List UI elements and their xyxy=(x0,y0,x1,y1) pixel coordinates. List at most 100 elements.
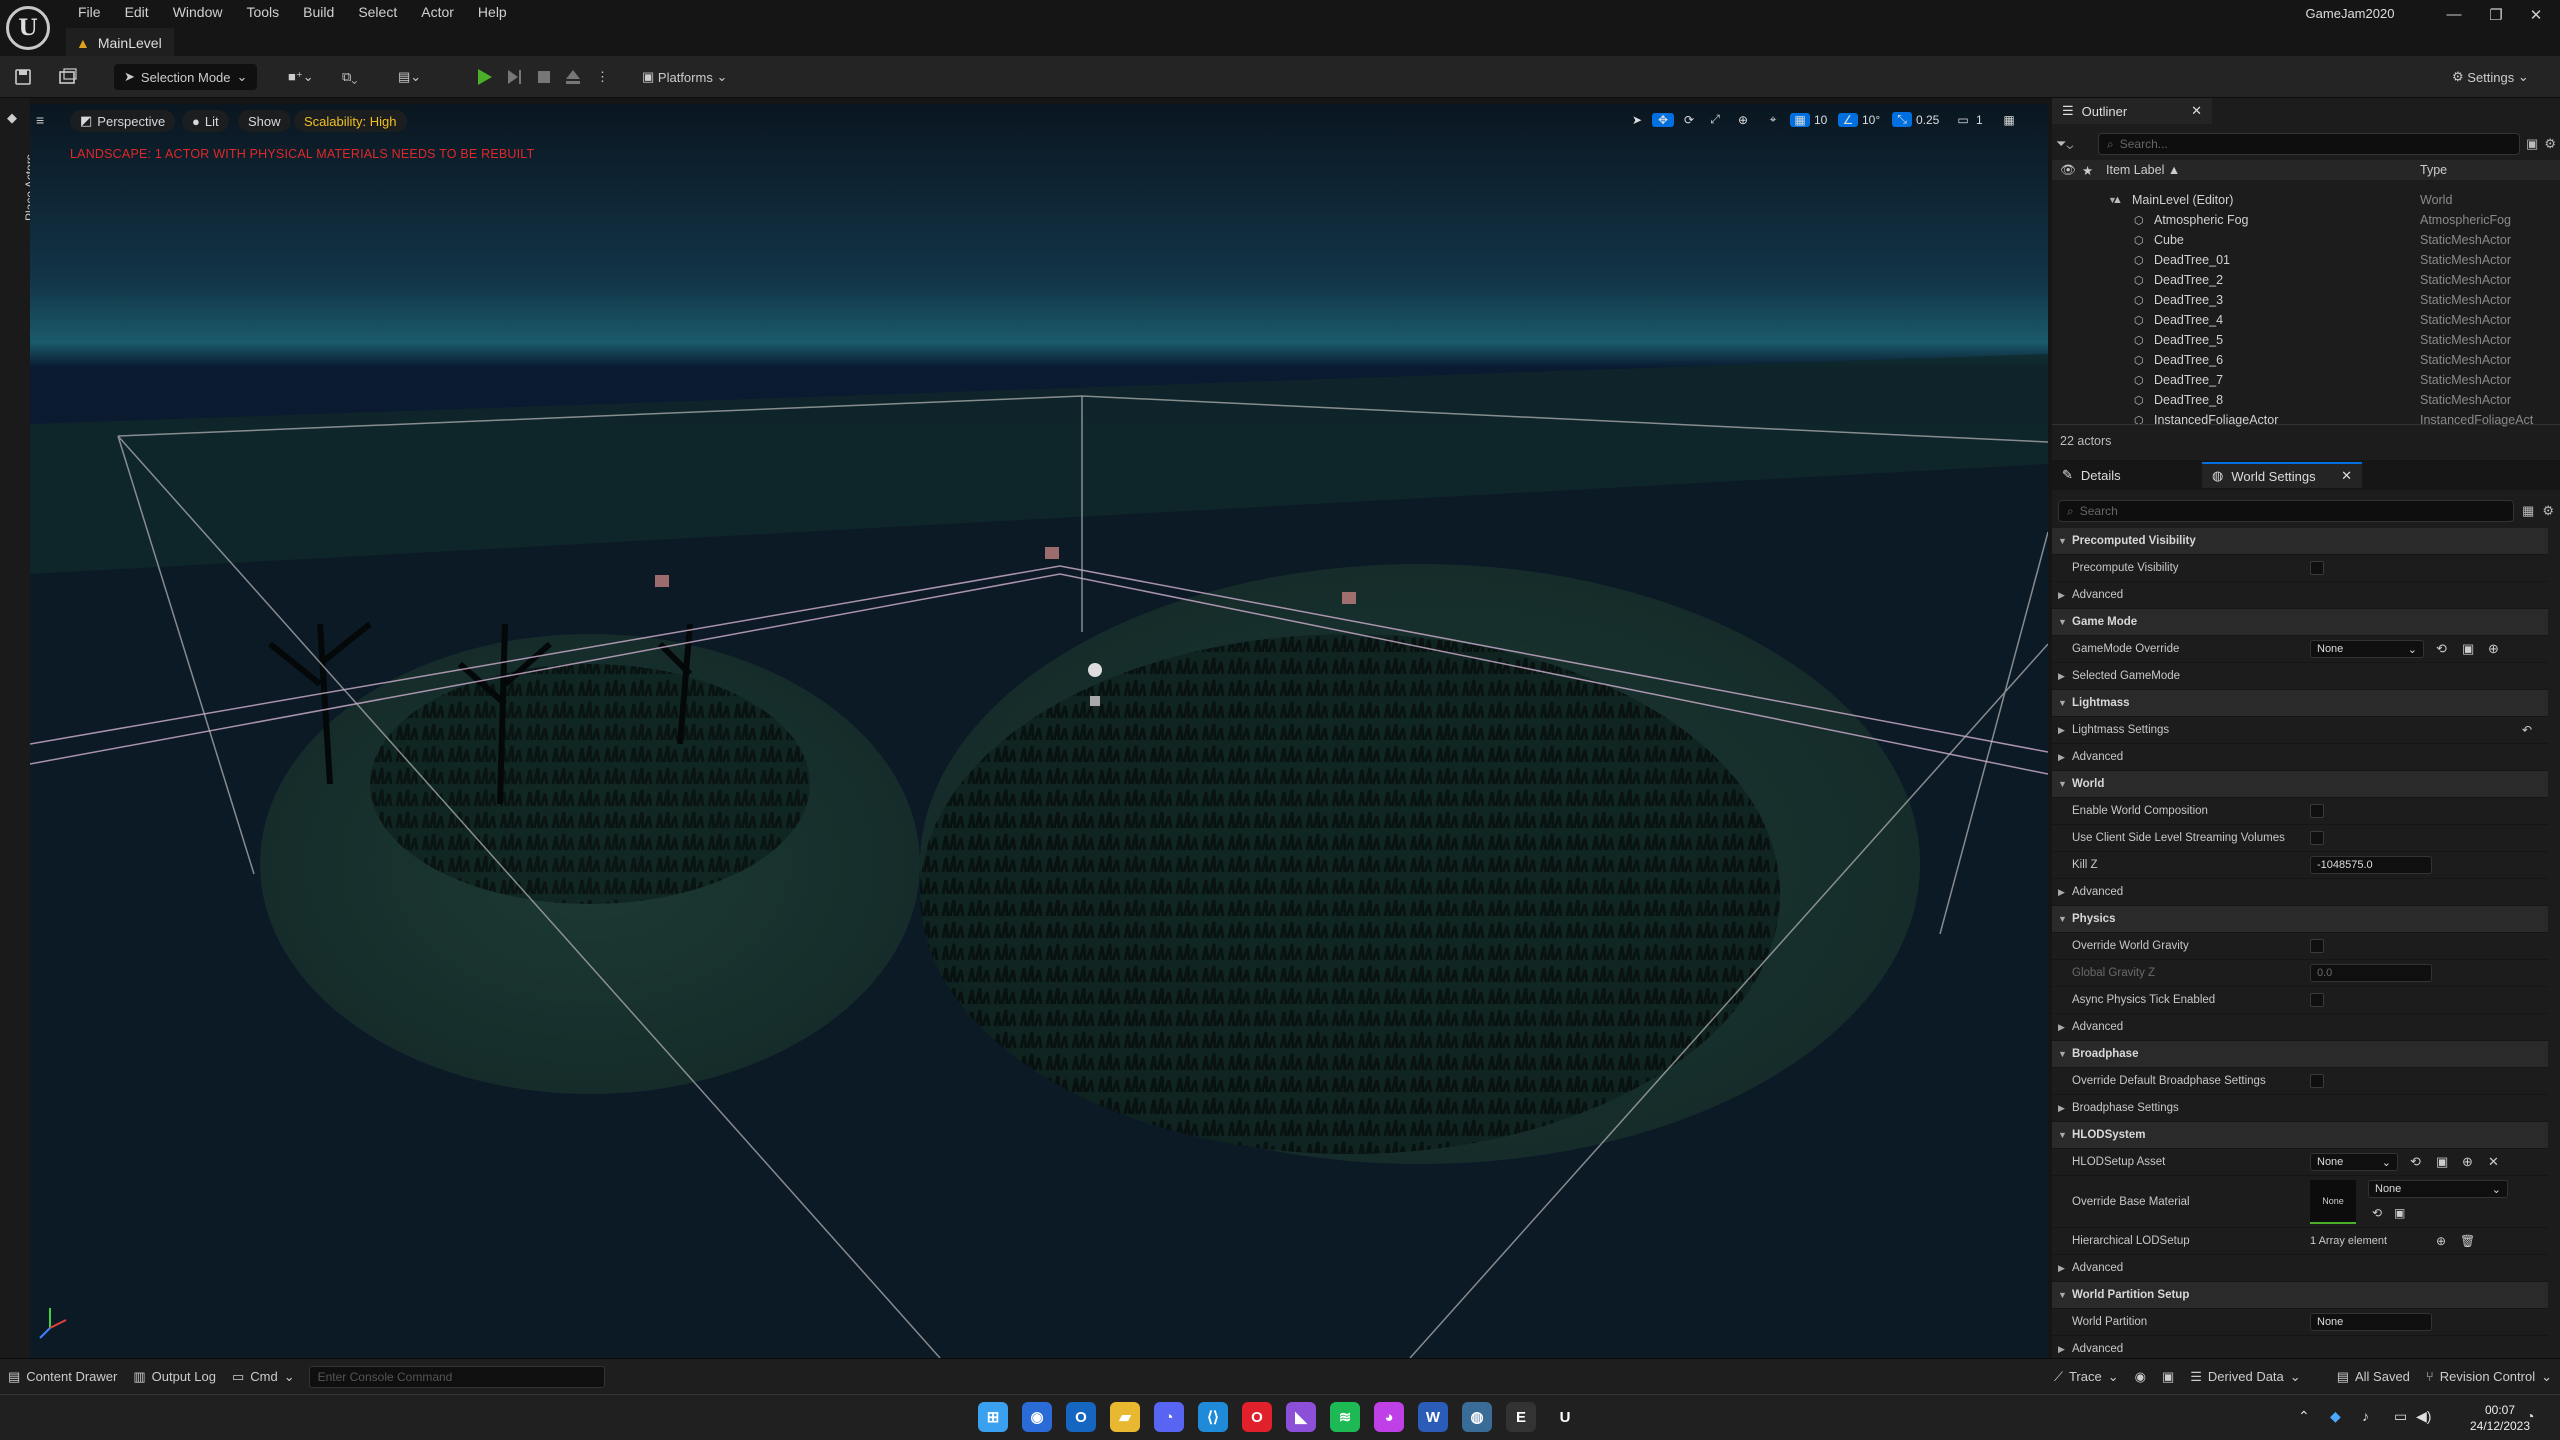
cinematics-icon[interactable]: ▤⌄ xyxy=(398,64,421,90)
chevron-right-icon[interactable]: ▶ xyxy=(2058,671,2065,682)
scalability-button[interactable]: Scalability: High xyxy=(294,110,407,132)
chevron-down-icon[interactable]: ▼ xyxy=(2058,914,2067,924)
menu-window[interactable]: Window xyxy=(161,0,235,24)
chevron-right-icon[interactable]: ▶ xyxy=(2058,752,2065,763)
rotate-tool-icon[interactable]: ⟳ xyxy=(1678,113,1700,127)
cmd-dropdown[interactable]: ▭ Cmd ⌄ xyxy=(224,1359,303,1395)
category-world-partition-setup[interactable]: ▼ World Partition Setup xyxy=(2052,1282,2548,1309)
screenshot-icon[interactable]: ▣ xyxy=(2154,1359,2182,1395)
add-icon[interactable]: ⊕ xyxy=(2488,641,2499,657)
record-icon[interactable]: ◉ xyxy=(2127,1359,2154,1395)
content-drawer-button[interactable]: ▤ Content Drawer xyxy=(0,1359,125,1395)
stop-icon[interactable] xyxy=(534,64,554,90)
checkbox[interactable] xyxy=(2310,939,2324,953)
chevron-right-icon[interactable]: ▶ xyxy=(2058,1344,2065,1355)
outliner-row[interactable]: ⬡ Atmospheric Fog AtmosphericFog xyxy=(2052,210,2552,230)
rotation-snap-value[interactable]: 10° xyxy=(1862,113,1888,127)
category-game-mode[interactable]: ▼ Game Mode xyxy=(2052,609,2548,636)
type-header[interactable]: Type xyxy=(2420,163,2447,177)
asset-dropdown[interactable]: None ⌄ xyxy=(2310,640,2424,658)
delete-icon[interactable]: 🗑 xyxy=(2460,1234,2475,1248)
chevron-right-icon[interactable]: ▶ xyxy=(2058,1022,2065,1033)
start-menu-icon[interactable]: ⊞ xyxy=(978,1402,1008,1432)
category-lightmass[interactable]: ▼ Lightmass xyxy=(2052,690,2548,717)
epic-games-icon[interactable]: E xyxy=(1506,1402,1536,1432)
property-matrix-icon[interactable]: ▦ xyxy=(2522,503,2534,519)
console-input[interactable]: Enter Console Command xyxy=(308,1365,605,1388)
chevron-down-icon[interactable]: ▼ xyxy=(2058,617,2067,627)
opera-icon[interactable]: O xyxy=(1242,1402,1272,1432)
scale-tool-icon[interactable]: ⤢ xyxy=(1704,112,1726,127)
save-icon[interactable] xyxy=(14,64,32,90)
outlook-icon[interactable]: O xyxy=(1066,1402,1096,1432)
folder-icon[interactable]: ▣ xyxy=(2462,641,2474,657)
folder-icon[interactable]: ▣ xyxy=(2436,1154,2448,1170)
browse-icon[interactable]: ⟲ xyxy=(2372,1206,2382,1220)
trace-dropdown[interactable]: ⟋ Trace ⌄ xyxy=(2046,1359,2127,1395)
level-tab[interactable]: ▲ MainLevel xyxy=(66,28,174,56)
restore-button[interactable]: ❐ xyxy=(2476,6,2516,26)
show-button[interactable]: Show xyxy=(238,110,291,132)
value-field[interactable]: -1048575.0 xyxy=(2310,856,2432,874)
close-button[interactable]: ✕ xyxy=(2516,6,2556,26)
outliner-row[interactable]: ▼ ▲ MainLevel (Editor) World xyxy=(2052,190,2552,210)
tray-app-icon[interactable]: ◆ xyxy=(2330,1408,2341,1425)
unreal-engine-icon[interactable]: U xyxy=(1550,1402,1580,1432)
chevron-down-icon[interactable]: ▼ xyxy=(2058,1290,2067,1300)
category-precomputed-visibility[interactable]: ▼ Precomputed Visibility xyxy=(2052,528,2548,555)
chevron-right-icon[interactable]: ▶ xyxy=(2058,1263,2065,1274)
messenger-icon[interactable]: ◕ xyxy=(1374,1402,1404,1432)
world-space-icon[interactable]: ⊕ xyxy=(1730,113,1756,127)
category-physics[interactable]: ▼ Physics xyxy=(2052,906,2548,933)
chevron-down-icon[interactable]: ▼ xyxy=(2058,698,2067,708)
vscode-icon[interactable]: ⟨⟩ xyxy=(1198,1402,1228,1432)
close-tab-icon[interactable]: ✕ xyxy=(2191,103,2202,119)
details-search-input[interactable]: ⌕ Search xyxy=(2058,500,2515,522)
outliner-row[interactable]: ⬡ DeadTree_7 StaticMeshActor xyxy=(2052,370,2552,390)
outliner-row[interactable]: ⬡ DeadTree_4 StaticMeshActor xyxy=(2052,310,2552,330)
folder-icon[interactable]: ▣ xyxy=(2394,1206,2405,1220)
volume-icon[interactable]: ◀) xyxy=(2416,1408,2431,1425)
chevron-down-icon[interactable]: ▼ xyxy=(2058,1130,2067,1140)
checkbox[interactable] xyxy=(2310,1074,2324,1088)
notification-icon[interactable]: ◔ xyxy=(2526,1408,2534,1424)
surface-snap-icon[interactable]: ⌖ xyxy=(1760,112,1786,127)
reset-icon[interactable]: ↶ xyxy=(2522,723,2532,737)
checkbox[interactable] xyxy=(2310,561,2324,575)
selection-mode-dropdown[interactable]: ➤ Selection Mode ⌄ xyxy=(114,64,258,90)
add-folder-icon[interactable]: ▣ xyxy=(2526,136,2538,152)
menu-build[interactable]: Build xyxy=(291,0,346,24)
play-options-icon[interactable]: ⋮ xyxy=(596,64,609,90)
eject-icon[interactable] xyxy=(563,64,583,90)
file-explorer-icon[interactable]: ▰ xyxy=(1110,1402,1140,1432)
category-world[interactable]: ▼ World xyxy=(2052,771,2548,798)
grid-snap-value[interactable]: 10 xyxy=(1814,113,1834,127)
chevron-down-icon[interactable]: ▼ xyxy=(2058,1049,2067,1059)
add-actor-icon[interactable]: ■⁺⌄ xyxy=(288,64,314,90)
add-element-icon[interactable]: ⊕ xyxy=(2436,1234,2446,1248)
browse-icon[interactable]: ⟲ xyxy=(2410,1154,2421,1170)
camera-speed-icon[interactable]: ▭ xyxy=(1954,113,1972,127)
property-advanced[interactable]: ▶ Advanced xyxy=(2052,744,2548,771)
chevron-down-icon[interactable]: ▼ xyxy=(2058,779,2067,789)
outliner-row[interactable]: ⬡ DeadTree_2 StaticMeshActor xyxy=(2052,270,2552,290)
chevron-right-icon[interactable]: ▶ xyxy=(2058,1103,2065,1114)
property-advanced[interactable]: ▶ Advanced xyxy=(2052,1255,2548,1282)
outliner-row[interactable]: ⬡ DeadTree_01 StaticMeshActor xyxy=(2052,250,2552,270)
microphone-icon[interactable]: ♪ xyxy=(2362,1408,2369,1424)
select-tool-icon[interactable]: ➤ xyxy=(1626,113,1648,127)
layout-icon[interactable]: ▦ xyxy=(1996,113,2022,127)
derived-data-dropdown[interactable]: ☰ Derived Data ⌄ xyxy=(2182,1359,2308,1395)
content-browser-icon[interactable] xyxy=(58,64,78,90)
property-advanced[interactable]: ▶ Advanced xyxy=(2052,1336,2548,1358)
property-advanced[interactable]: ▶ Advanced xyxy=(2052,582,2548,609)
chevron-right-icon[interactable]: ▶ xyxy=(2058,590,2065,601)
material-dropdown[interactable]: None ⌄ xyxy=(2368,1180,2508,1198)
blueprint-icon[interactable]: ⧉⌄ xyxy=(342,64,357,90)
settings-dropdown[interactable]: ⚙ Settings ⌄ xyxy=(2452,64,2529,90)
property-selected-gamemode[interactable]: ▶ Selected GameMode xyxy=(2052,663,2548,690)
checkbox[interactable] xyxy=(2310,993,2324,1007)
chevron-down-icon[interactable]: ▼ xyxy=(2058,536,2067,546)
step-icon[interactable] xyxy=(504,64,524,90)
property-advanced[interactable]: ▶ Advanced xyxy=(2052,1014,2548,1041)
